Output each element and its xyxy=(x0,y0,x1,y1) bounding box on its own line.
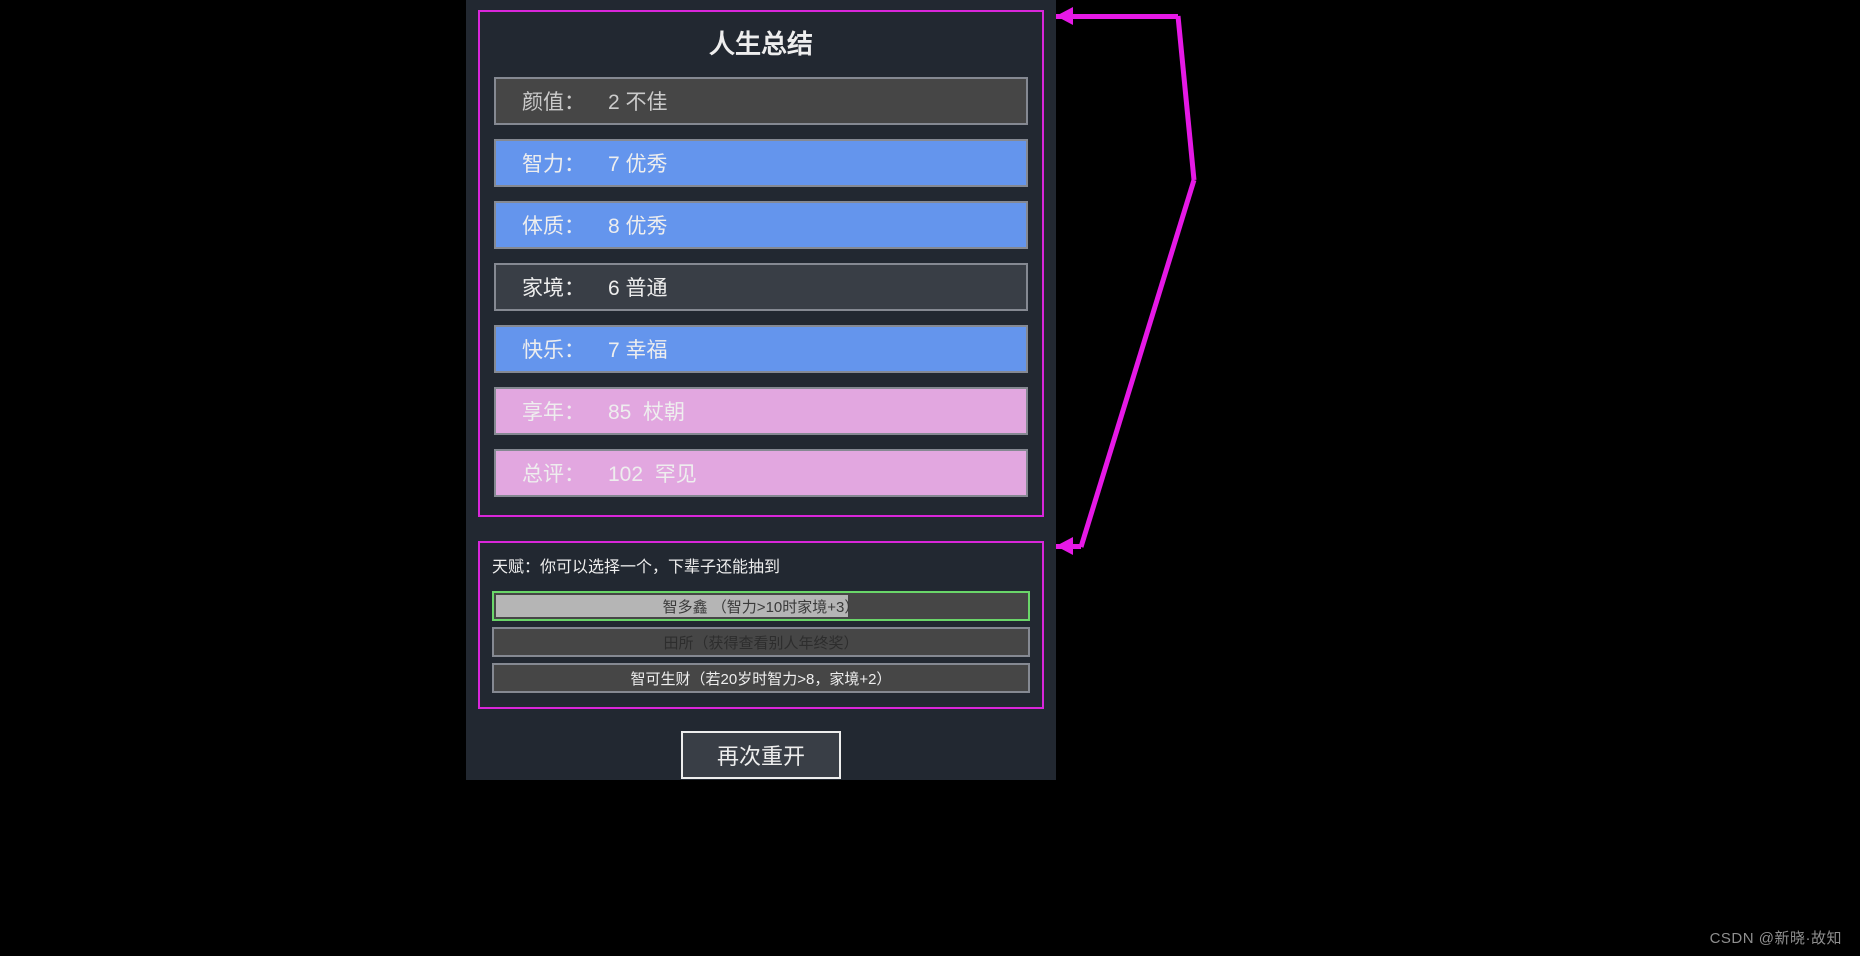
stats-list: 颜值：2 不佳智力：7 优秀体质：8 优秀家境：6 普通快乐：7 幸福享年：85… xyxy=(494,77,1028,497)
stat-label: 享年： xyxy=(522,396,608,426)
stat-label: 体质： xyxy=(522,210,608,240)
stat-row: 总评：102 罕见 xyxy=(494,449,1028,497)
annotation-line xyxy=(1056,14,1178,19)
stat-row: 享年：85 杖朝 xyxy=(494,387,1028,435)
game-panel: 人生总结 颜值：2 不佳智力：7 优秀体质：8 优秀家境：6 普通快乐：7 幸福… xyxy=(466,0,1056,780)
stat-label: 总评： xyxy=(522,458,608,488)
talent-box: 天赋：你可以选择一个，下辈子还能抽到 智多鑫 （智力>10时家境+3） 田所（获得… xyxy=(478,541,1044,709)
annotation-arrowhead-icon xyxy=(1056,7,1073,25)
stat-value: 7 优秀 xyxy=(608,148,668,178)
restart-button[interactable]: 再次重开 xyxy=(681,731,841,779)
annotation-arrowhead-icon xyxy=(1056,537,1073,555)
stat-label: 快乐： xyxy=(522,334,608,364)
stat-label: 家境： xyxy=(522,272,608,302)
talent-item[interactable]: 智多鑫 （智力>10时家境+3） xyxy=(492,591,1030,621)
stat-value: 102 罕见 xyxy=(608,458,697,488)
annotation-connector xyxy=(1076,10,1206,555)
talent-hint: 天赋：你可以选择一个，下辈子还能抽到 xyxy=(492,553,1030,577)
stat-value: 7 幸福 xyxy=(608,334,668,364)
talent-label: 田所（获得查看别人年终奖） xyxy=(663,632,858,653)
stat-row: 体质：8 优秀 xyxy=(494,201,1028,249)
talent-item[interactable]: 田所（获得查看别人年终奖） xyxy=(492,627,1030,657)
talent-label: 智可生财（若20岁时智力>8，家境+2） xyxy=(631,668,892,689)
stat-value: 6 普通 xyxy=(608,272,668,302)
watermark: CSDN @新晓·故知 xyxy=(1710,927,1842,948)
stat-row: 智力：7 优秀 xyxy=(494,139,1028,187)
summary-box: 人生总结 颜值：2 不佳智力：7 优秀体质：8 优秀家境：6 普通快乐：7 幸福… xyxy=(478,10,1044,517)
restart-label: 再次重开 xyxy=(717,739,805,771)
summary-title: 人生总结 xyxy=(494,24,1028,61)
stat-label: 智力： xyxy=(522,148,608,178)
stat-label: 颜值： xyxy=(522,86,608,116)
stat-row: 家境：6 普通 xyxy=(494,263,1028,311)
stat-row: 颜值：2 不佳 xyxy=(494,77,1028,125)
talent-label: 智多鑫 （智力>10时家境+3） xyxy=(663,596,860,617)
stat-value: 2 不佳 xyxy=(608,86,668,116)
stat-row: 快乐：7 幸福 xyxy=(494,325,1028,373)
talent-list: 智多鑫 （智力>10时家境+3） 田所（获得查看别人年终奖） 智可生财（若20岁时智… xyxy=(492,591,1030,693)
stat-value: 85 杖朝 xyxy=(608,396,685,426)
stat-value: 8 优秀 xyxy=(608,210,668,240)
talent-item[interactable]: 智可生财（若20岁时智力>8，家境+2） xyxy=(492,663,1030,693)
